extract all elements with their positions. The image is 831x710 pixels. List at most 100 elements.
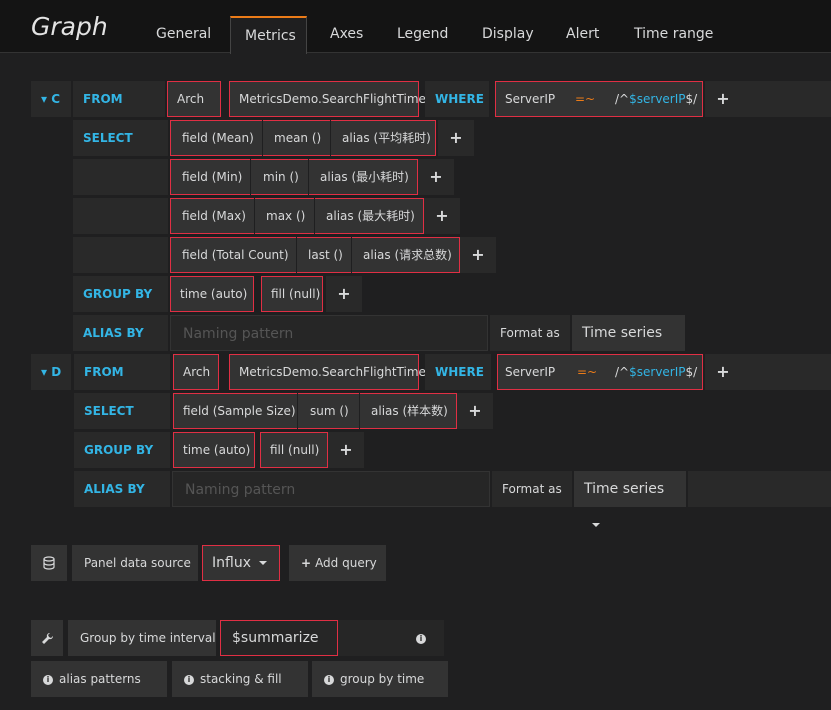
alias-by-label: ALIAS BY <box>74 471 170 507</box>
query-c-collapse-toggle[interactable]: ▾ C <box>31 81 71 117</box>
alias-by-input[interactable]: Naming pattern <box>170 315 488 351</box>
select-row-max: field (Max) max () alias (最大耗时) <box>170 198 424 234</box>
help-alias-patterns-button[interactable]: i alias patterns <box>31 661 167 697</box>
field-segment[interactable]: field (Sample Size) <box>183 393 296 429</box>
tab-legend[interactable]: Legend <box>383 16 462 52</box>
alias-segment[interactable]: alias (最大耗时) <box>326 198 415 234</box>
alias-by-label: ALIAS BY <box>73 315 168 351</box>
where-value-variable: $serverIP <box>629 92 686 106</box>
field-segment[interactable]: field (Max) <box>182 198 246 234</box>
field-segment[interactable]: field (Total Count) <box>182 237 289 273</box>
where-value-segment[interactable]: /^$serverIP$/ <box>615 354 697 390</box>
format-as-select[interactable]: Time series <box>574 471 686 527</box>
wrench-icon <box>31 620 63 656</box>
alias-segment[interactable]: alias (平均耗时) <box>342 120 431 156</box>
group-by-time-segment[interactable]: time (auto) <box>173 432 255 468</box>
where-operator-segment[interactable]: =~ <box>575 81 595 117</box>
group-by-time-segment[interactable]: time (auto) <box>170 276 254 312</box>
query-ref-label: C <box>51 92 61 106</box>
group-by-interval-input[interactable]: $summarize <box>220 620 338 656</box>
add-where-button[interactable]: + <box>705 354 741 390</box>
tab-display[interactable]: Display <box>468 16 548 52</box>
format-as-select[interactable]: Time series <box>572 315 685 371</box>
add-select-button[interactable]: + <box>424 198 460 234</box>
format-as-label: Format as <box>492 471 572 507</box>
alias-by-input[interactable]: Naming pattern <box>172 471 490 507</box>
group-by-fill-segment[interactable]: fill (null) <box>260 432 328 468</box>
alias-segment[interactable]: alias (请求总数) <box>363 237 452 273</box>
where-operator-segment[interactable]: =~ <box>577 354 597 390</box>
tab-alert[interactable]: Alert <box>552 16 613 52</box>
field-segment[interactable]: field (Min) <box>182 159 242 195</box>
divider <box>297 393 298 429</box>
function-segment[interactable]: sum () <box>310 393 349 429</box>
group-by-label: GROUP BY <box>73 276 168 312</box>
where-value-segment[interactable]: /^$serverIP$/ <box>615 81 697 117</box>
alias-segment[interactable]: alias (样本数) <box>371 393 448 429</box>
add-select-button[interactable]: + <box>438 120 474 156</box>
add-select-button[interactable]: + <box>457 393 493 429</box>
where-value-prefix: /^ <box>615 365 630 379</box>
measurement-segment[interactable]: MetricsDemo.SearchFlightTime <box>229 354 426 390</box>
add-group-by-button[interactable]: + <box>326 276 362 312</box>
select-row-indent <box>73 237 168 273</box>
select-label: SELECT <box>74 393 170 429</box>
panel-type-title: Graph <box>31 12 108 41</box>
tab-metrics[interactable]: Metrics <box>230 16 307 54</box>
from-label: FROM <box>73 81 165 117</box>
add-select-button[interactable]: + <box>460 237 496 273</box>
help-label: alias patterns <box>59 672 141 686</box>
caret-down-icon <box>592 523 600 527</box>
select-row-indent <box>73 198 168 234</box>
divider <box>359 393 360 429</box>
select-row-mean: field (Mean) mean () alias (平均耗时) <box>170 120 436 156</box>
retention-policy-segment[interactable]: Arch <box>167 81 221 117</box>
format-as-value: Time series <box>584 481 665 497</box>
panel-editor-header: Graph General Metrics Axes Legend Displa… <box>0 0 831 54</box>
retention-policy-segment[interactable]: Arch <box>173 354 219 390</box>
function-segment[interactable]: mean () <box>274 120 321 156</box>
group-by-label: GROUP BY <box>74 432 170 468</box>
select-row-sample-size: field (Sample Size) sum () alias (样本数) <box>173 393 457 429</box>
field-segment[interactable]: field (Mean) <box>182 120 254 156</box>
divider <box>308 159 309 195</box>
help-group-by-time-button[interactable]: i group by time <box>312 661 448 697</box>
query-ref-label: D <box>51 365 62 379</box>
interval-info-icon[interactable]: i <box>338 620 444 656</box>
add-query-button[interactable]: + Add query <box>289 545 386 581</box>
alias-segment[interactable]: alias (最小耗时) <box>320 159 409 195</box>
tab-time-range[interactable]: Time range <box>620 16 727 52</box>
function-segment[interactable]: max () <box>266 198 305 234</box>
select-row-indent <box>73 159 168 195</box>
where-value-suffix: $/ <box>685 365 698 379</box>
from-label: FROM <box>74 354 170 390</box>
where-key-segment[interactable]: ServerIP <box>505 81 555 117</box>
help-stacking-fill-button[interactable]: i stacking & fill <box>172 661 308 697</box>
row-filler <box>741 354 831 390</box>
add-select-button[interactable]: + <box>418 159 454 195</box>
divider <box>262 120 263 156</box>
data-source-value: Influx <box>212 555 251 571</box>
where-key-segment[interactable]: ServerIP <box>505 354 555 390</box>
data-source-select[interactable]: Influx <box>202 545 280 581</box>
add-where-button[interactable]: + <box>705 81 741 117</box>
query-d-collapse-toggle[interactable]: ▾ D <box>31 354 71 390</box>
caret-down-icon <box>258 561 267 565</box>
where-label: WHERE <box>425 354 491 390</box>
add-group-by-button[interactable]: + <box>328 432 364 468</box>
select-row-min: field (Min) min () alias (最小耗时) <box>170 159 418 195</box>
function-segment[interactable]: last () <box>308 237 343 273</box>
panel-data-source-label: Panel data source <box>72 545 198 581</box>
tab-general[interactable]: General <box>142 16 225 52</box>
where-value-variable: $serverIP <box>629 365 686 379</box>
tab-axes[interactable]: Axes <box>316 16 377 52</box>
function-segment[interactable]: min () <box>263 159 299 195</box>
row-filler <box>741 81 831 117</box>
help-label: stacking & fill <box>200 672 282 686</box>
where-condition: ServerIP =~ /^$serverIP$/ <box>495 81 703 117</box>
measurement-segment[interactable]: MetricsDemo.SearchFlightTime <box>229 81 426 117</box>
database-icon <box>31 545 67 581</box>
group-by-fill-segment[interactable]: fill (null) <box>261 276 323 312</box>
divider <box>296 237 297 273</box>
format-as-label: Format as <box>490 315 570 351</box>
